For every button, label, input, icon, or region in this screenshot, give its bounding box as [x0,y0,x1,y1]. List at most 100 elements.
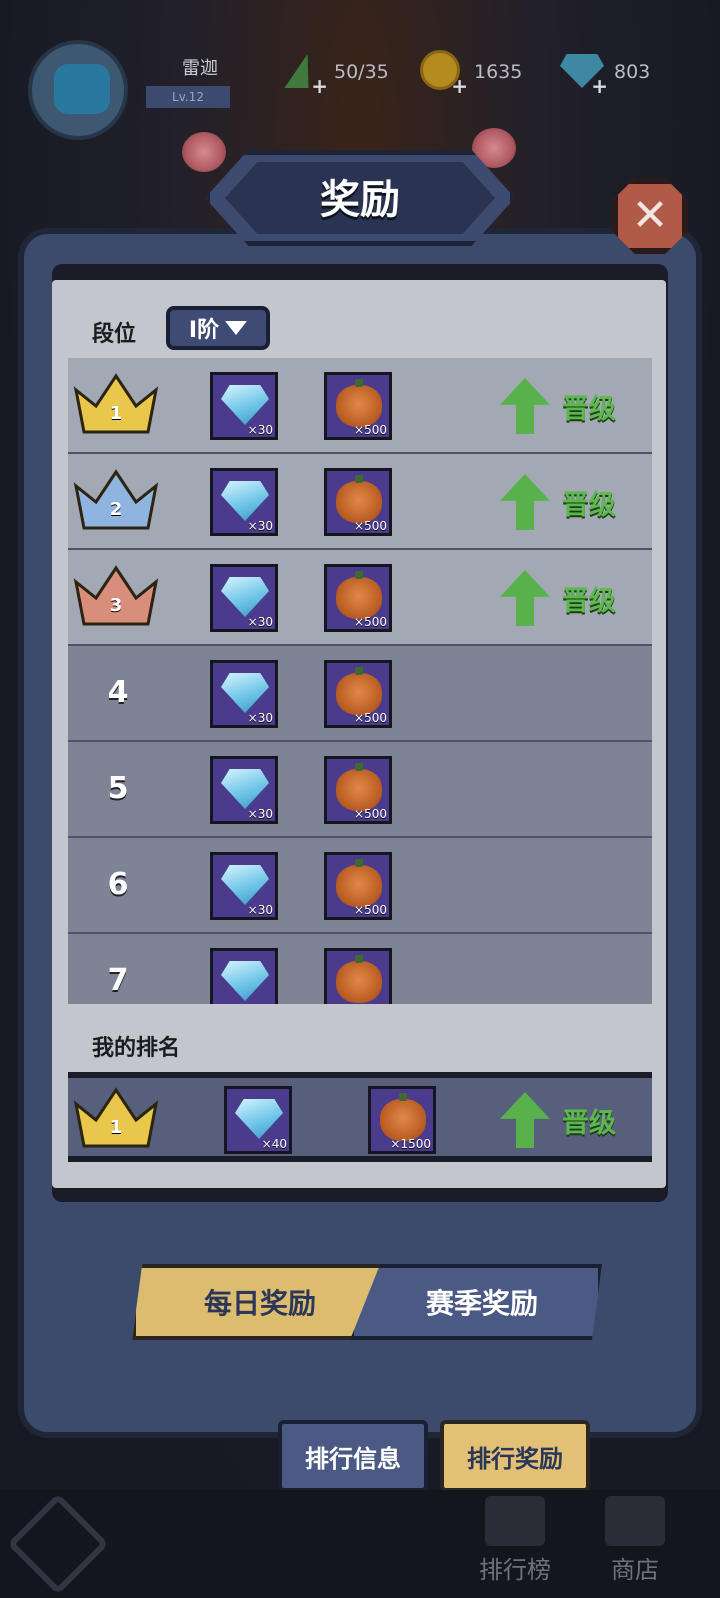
bottom-nav: 排行榜 商店 [0,1490,720,1598]
tier-dropdown[interactable]: I阶 [166,306,270,350]
gem-reward[interactable]: ×30 [210,468,278,536]
dialog-title: 奖励 [320,177,400,223]
gem-reward[interactable]: ×40 [224,1086,292,1154]
player-avatar[interactable] [28,40,128,140]
gem-reward-qty: ×30 [247,903,273,917]
gem-icon: + [560,50,608,98]
promotion-indicator: 晋级 [500,568,640,628]
pumpkin-icon [336,955,382,1003]
nav-leaderboard-label: 排行榜 [479,1556,551,1584]
promotion-label: 晋级 [562,585,616,617]
gem-reward[interactable]: ×30 [210,564,278,632]
game-logo-icon[interactable] [7,1493,109,1595]
rank-number: 6 [107,867,129,902]
pumpkin-reward-qty: ×1500 [390,1137,431,1151]
promotion-label: 晋级 [562,1107,616,1139]
diamond-icon [221,673,269,713]
close-icon: ✕ [631,190,669,241]
shop-icon [605,1496,665,1546]
promotion-indicator: 晋级 [500,1090,640,1150]
tier-label: 段位 [92,322,137,347]
rank-number: 5 [107,771,129,806]
rank-row: 3 ×30 ×500 晋级 [68,550,652,646]
gold-crown-icon: 1 [70,372,162,438]
diamond-icon [221,385,269,425]
rank-number: 7 [107,963,129,998]
rank-row: 1 ×30 ×500 晋级 [68,358,652,454]
pumpkin-icon [336,667,382,715]
pumpkin-icon [336,475,382,523]
pumpkin-reward[interactable]: ×1500 [368,1086,436,1154]
coin-counter[interactable]: + 1635 [420,50,544,98]
plus-icon: + [451,74,468,98]
rank-number: 4 [107,675,129,710]
season-reward-tab[interactable]: 赛季奖励 [350,1264,602,1340]
gem-reward[interactable]: ×30 [210,756,278,824]
promotion-indicator: 晋级 [500,472,640,532]
pumpkin-reward[interactable]: ×500 [324,660,392,728]
avatar-face [54,64,110,114]
coin-value: 1635 [474,61,523,83]
gem-reward[interactable]: ×30 [210,852,278,920]
promotion-label: 晋级 [562,489,616,521]
pumpkin-reward-qty: ×500 [354,519,387,533]
pumpkin-reward[interactable]: ×500 [324,564,392,632]
player-level: Lv.12 [146,86,230,108]
diamond-icon [221,577,269,617]
chevron-down-icon [225,321,248,335]
plus-icon: + [591,74,608,98]
pumpkin-icon [336,859,382,907]
rank-row: 4 ×30 ×500 [68,646,652,742]
diamond-icon [221,961,269,1001]
my-rank-row: 1 ×40 ×1500 晋级 [68,1072,652,1162]
leaderboard-icon [485,1496,545,1546]
pumpkin-icon [380,1093,426,1141]
rank-reward-tab[interactable]: 排行奖励 [440,1420,590,1492]
my-rank-number: 1 [109,1117,123,1138]
rank-info-tab[interactable]: 排行信息 [278,1420,428,1492]
pumpkin-icon [336,571,382,619]
nav-shop[interactable]: 商店 [580,1490,690,1598]
bronze-crown-icon: 3 [70,564,162,630]
my-rank-label: 我的排名 [92,1036,181,1061]
daily-reward-tab[interactable]: 每日奖励 [132,1264,388,1340]
pumpkin-reward[interactable] [324,948,392,1004]
pumpkin-reward-qty: ×500 [354,423,387,437]
rank-number: 1 [109,403,123,424]
pumpkin-icon [336,379,382,427]
rose-ornament-left [182,132,226,172]
rank-reward-list[interactable]: 1 ×30 ×500 晋级 2 ×30 ×500 晋级 3 ×30 ×500 晋… [68,358,652,1004]
promotion-label: 晋级 [562,393,616,425]
pumpkin-reward-qty: ×500 [354,615,387,629]
arrow-up-icon [500,570,550,626]
pumpkin-reward-qty: ×500 [354,903,387,917]
nav-leaderboard[interactable]: 排行榜 [460,1490,570,1598]
gold-crown-icon: 1 [70,1086,162,1152]
gem-reward[interactable]: ×30 [210,372,278,440]
player-info: 雷迦 Lv.12 [140,54,260,114]
diamond-icon [221,481,269,521]
gem-reward-qty: ×30 [247,711,273,725]
arrow-up-icon [500,1092,550,1148]
diamond-icon [221,769,269,809]
close-button[interactable]: ✕ [612,178,688,254]
rank-row: 2 ×30 ×500 晋级 [68,454,652,550]
pumpkin-reward[interactable]: ×500 [324,372,392,440]
arrow-up-icon [500,378,550,434]
pumpkin-reward[interactable]: ×500 [324,756,392,824]
tier-value: I阶 [188,318,220,343]
gem-reward-qty: ×30 [247,423,273,437]
gem-counter[interactable]: + 803 [560,50,684,98]
pumpkin-reward-qty: ×500 [354,711,387,725]
gem-reward-qty: ×30 [247,519,273,533]
arrow-up-icon [500,474,550,530]
gem-reward[interactable] [210,948,278,1004]
gem-reward[interactable]: ×30 [210,660,278,728]
pumpkin-icon [336,763,382,811]
energy-counter[interactable]: + 50/35 [280,50,404,98]
pumpkin-reward[interactable]: ×500 [324,468,392,536]
energy-icon: + [280,50,328,98]
pumpkin-reward-qty: ×500 [354,807,387,821]
gem-reward-qty: ×30 [247,807,273,821]
pumpkin-reward[interactable]: ×500 [324,852,392,920]
